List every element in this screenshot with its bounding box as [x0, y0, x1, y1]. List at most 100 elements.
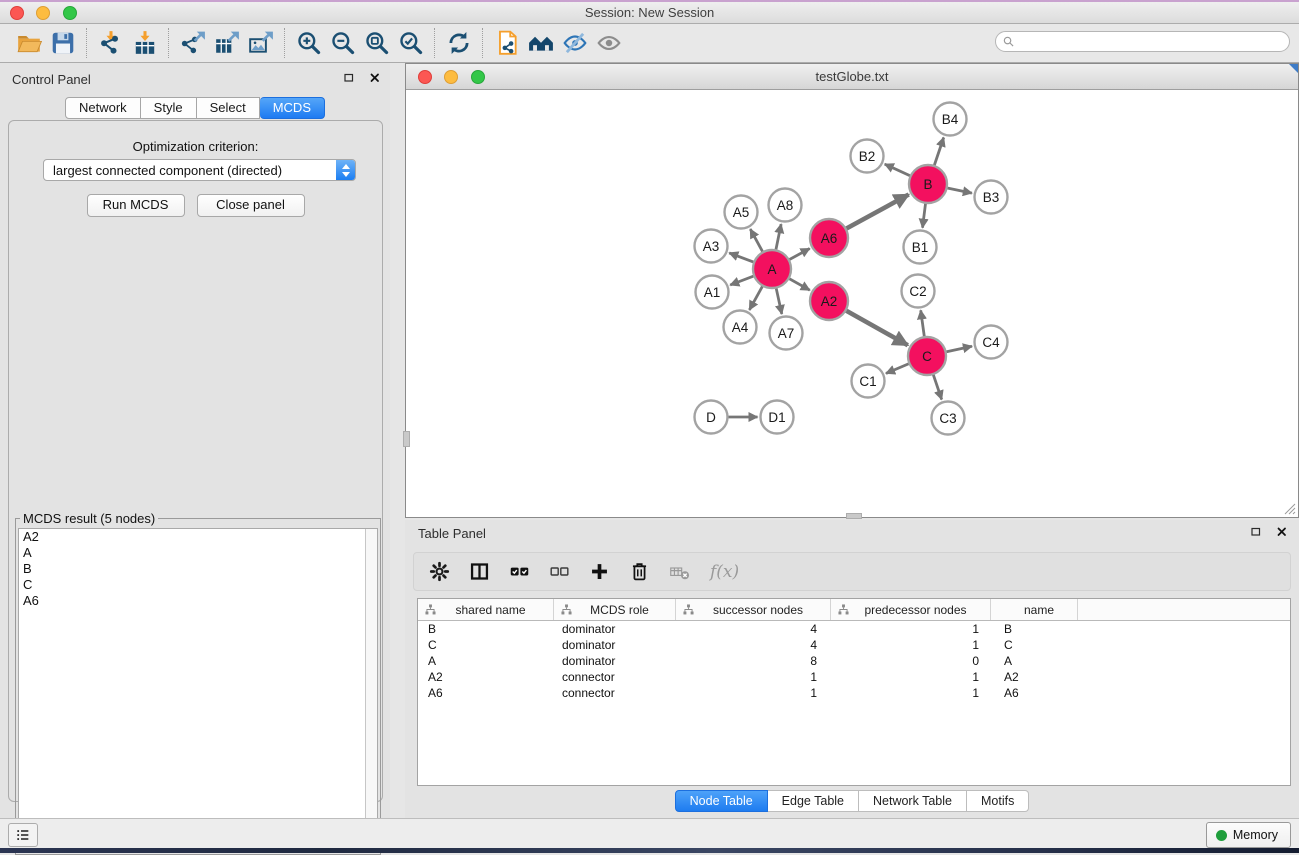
toolbar-separator [434, 28, 436, 58]
result-item[interactable]: C [19, 577, 377, 593]
cell[interactable]: 1 [831, 686, 991, 700]
save-icon[interactable] [46, 28, 80, 58]
cell[interactable]: A2 [418, 670, 554, 684]
delete-table-icon[interactable] [668, 560, 691, 583]
column-header-predecessor-nodes[interactable]: predecessor nodes [831, 599, 991, 620]
cell[interactable]: C [991, 638, 1078, 652]
home-network-icon[interactable] [524, 28, 558, 58]
close-panel-button[interactable]: Close panel [197, 194, 305, 217]
run-mcds-button[interactable]: Run MCDS [87, 194, 185, 217]
import-table-icon[interactable] [128, 28, 162, 58]
zoom-in-icon[interactable] [292, 28, 326, 58]
hide-details-icon[interactable] [558, 28, 592, 58]
column-header-MCDS-role[interactable]: MCDS role [554, 599, 676, 620]
network-canvas[interactable]: B4B2BB3A8A5A6A3B1AC2A1A2A4A7C4CC1DD1C3 [406, 89, 1298, 517]
column-header-shared-name[interactable]: shared name [418, 599, 554, 620]
cell[interactable]: B [418, 622, 554, 636]
column-header-successor-nodes[interactable]: successor nodes [676, 599, 831, 620]
table-tabs: Node TableEdge TableNetwork TableMotifs [405, 790, 1299, 812]
table-row[interactable]: Adominator80A [418, 653, 1290, 669]
mcds-result-list[interactable]: A2ABCA6 [18, 528, 378, 846]
cell[interactable]: connector [554, 686, 676, 700]
session-list-button[interactable] [8, 823, 38, 847]
table-row[interactable]: A6connector11A6 [418, 685, 1290, 701]
tab-edge-table[interactable]: Edge Table [768, 790, 859, 812]
cell[interactable]: C [418, 638, 554, 652]
cell[interactable]: 8 [676, 654, 831, 668]
cell[interactable]: dominator [554, 654, 676, 668]
cell[interactable]: A6 [418, 686, 554, 700]
select-all-icon[interactable] [508, 560, 531, 583]
export-network-icon[interactable] [176, 28, 210, 58]
refresh-icon[interactable] [442, 28, 476, 58]
control-panel: Control Panel NetworkStyleSelectMCDS Opt… [0, 63, 390, 818]
float-table-panel-icon[interactable] [1249, 524, 1264, 539]
cell[interactable]: 1 [831, 638, 991, 652]
cell[interactable]: A2 [991, 670, 1078, 684]
memory-button[interactable]: Memory [1206, 822, 1291, 848]
search-field[interactable] [995, 31, 1290, 52]
tab-select[interactable]: Select [197, 97, 260, 119]
cell[interactable]: 0 [831, 654, 991, 668]
function-builder-icon[interactable]: f(x) [708, 562, 739, 582]
cell[interactable]: 4 [676, 622, 831, 636]
criterion-dropdown[interactable]: largest connected component (directed) [43, 159, 356, 181]
result-scrollbar[interactable] [365, 529, 377, 845]
tab-motifs[interactable]: Motifs [967, 790, 1029, 812]
cell[interactable]: A6 [991, 686, 1078, 700]
node-label-A2: A2 [821, 294, 838, 309]
delete-row-icon[interactable] [628, 560, 651, 583]
add-row-icon[interactable] [588, 560, 611, 583]
node-label-B2: B2 [859, 149, 876, 164]
cell[interactable]: 1 [676, 670, 831, 684]
cell[interactable]: B [991, 622, 1078, 636]
tab-network-table[interactable]: Network Table [859, 790, 967, 812]
zoom-selected-icon[interactable] [394, 28, 428, 58]
app-title: Session: New Session [0, 5, 1299, 20]
export-table-icon[interactable] [210, 28, 244, 58]
cell[interactable]: dominator [554, 638, 676, 652]
float-panel-icon[interactable] [342, 70, 357, 85]
table-row[interactable]: Cdominator41C [418, 637, 1290, 653]
cell[interactable]: A [418, 654, 554, 668]
tab-node-table[interactable]: Node Table [675, 790, 768, 812]
tab-network[interactable]: Network [65, 97, 141, 119]
app-titlebar: Session: New Session [0, 2, 1299, 24]
cell[interactable]: A [991, 654, 1078, 668]
resize-grip[interactable] [1284, 503, 1296, 515]
columns-icon[interactable] [468, 560, 491, 583]
result-item[interactable]: B [19, 561, 377, 577]
network-window-titlebar[interactable]: testGlobe.txt [406, 64, 1298, 90]
search-input[interactable] [1016, 33, 1289, 51]
gear-icon[interactable] [428, 560, 451, 583]
result-item[interactable]: A2 [19, 529, 377, 545]
network-window-title: testGlobe.txt [406, 69, 1298, 84]
open-folder-icon[interactable] [12, 28, 46, 58]
birds-eye-icon[interactable] [592, 28, 626, 58]
tab-style[interactable]: Style [141, 97, 197, 119]
cell[interactable]: dominator [554, 622, 676, 636]
import-network-icon[interactable] [94, 28, 128, 58]
cell[interactable]: 1 [676, 686, 831, 700]
document-network-icon[interactable] [490, 28, 524, 58]
close-table-panel-icon[interactable] [1274, 524, 1289, 539]
node-label-C: C [922, 349, 932, 364]
export-image-icon[interactable] [244, 28, 278, 58]
table-row[interactable]: A2connector11A2 [418, 669, 1290, 685]
close-panel-icon[interactable] [367, 70, 382, 85]
table-row[interactable]: Bdominator41B [418, 621, 1290, 637]
cell[interactable]: 1 [831, 670, 991, 684]
vertical-scrollbar-thumb[interactable] [403, 431, 410, 447]
column-header-name[interactable]: name [991, 599, 1078, 620]
zoom-fit-icon[interactable] [360, 28, 394, 58]
zoom-out-icon[interactable] [326, 28, 360, 58]
result-item[interactable]: A [19, 545, 377, 561]
cell[interactable]: 1 [831, 622, 991, 636]
result-item[interactable]: A6 [19, 593, 377, 609]
horizontal-scrollbar-thumb[interactable] [846, 513, 862, 519]
deselect-all-icon[interactable] [548, 560, 571, 583]
cell[interactable]: 4 [676, 638, 831, 652]
mcds-panel: Optimization criterion: largest connecte… [8, 120, 383, 802]
cell[interactable]: connector [554, 670, 676, 684]
tab-mcds[interactable]: MCDS [260, 97, 325, 119]
